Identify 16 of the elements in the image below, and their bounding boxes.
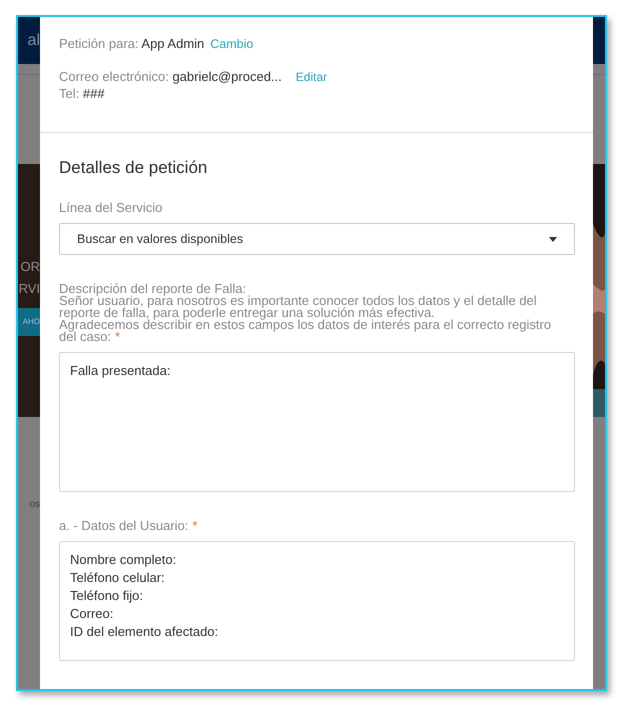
caret-icon: [549, 236, 557, 242]
email-text: Correo electrónico: gabrielc@proced...: [59, 68, 282, 86]
hero-text: RVI: [18, 280, 40, 298]
request-for-text: Petición para: App Admin: [59, 35, 204, 53]
header-bar: [593, 17, 605, 64]
side-text: os: [29, 498, 40, 512]
section-title: Detalles de petición: [59, 156, 208, 178]
hero-text: OR: [20, 258, 40, 276]
field-label: Línea del Servicio: [59, 202, 164, 214]
field-label: a. - Datos del Usuario: *: [59, 520, 198, 532]
text-area-field[interactable]: Falla presentada:: [59, 352, 575, 492]
phone-text: Tel: ###: [59, 86, 106, 102]
text-area-field[interactable]: Nombre completo: Teléfono celular: Teléfono fijo: Correo: ID del elemento afectado:: [59, 541, 575, 661]
header-text: al: [28, 30, 40, 50]
service-line-select[interactable]: Buscar en valores disponibles: [59, 223, 575, 255]
field-label: Descripción del reporte de Falla: Señor usuario, para nosotros es importante conocer todos los datos y el detalle del reporte de falla, para poderle entregar una solución más efectiva. Agradecemos describir en estos campos los datos de interés para el correcto registro del caso: *: [59, 283, 552, 343]
